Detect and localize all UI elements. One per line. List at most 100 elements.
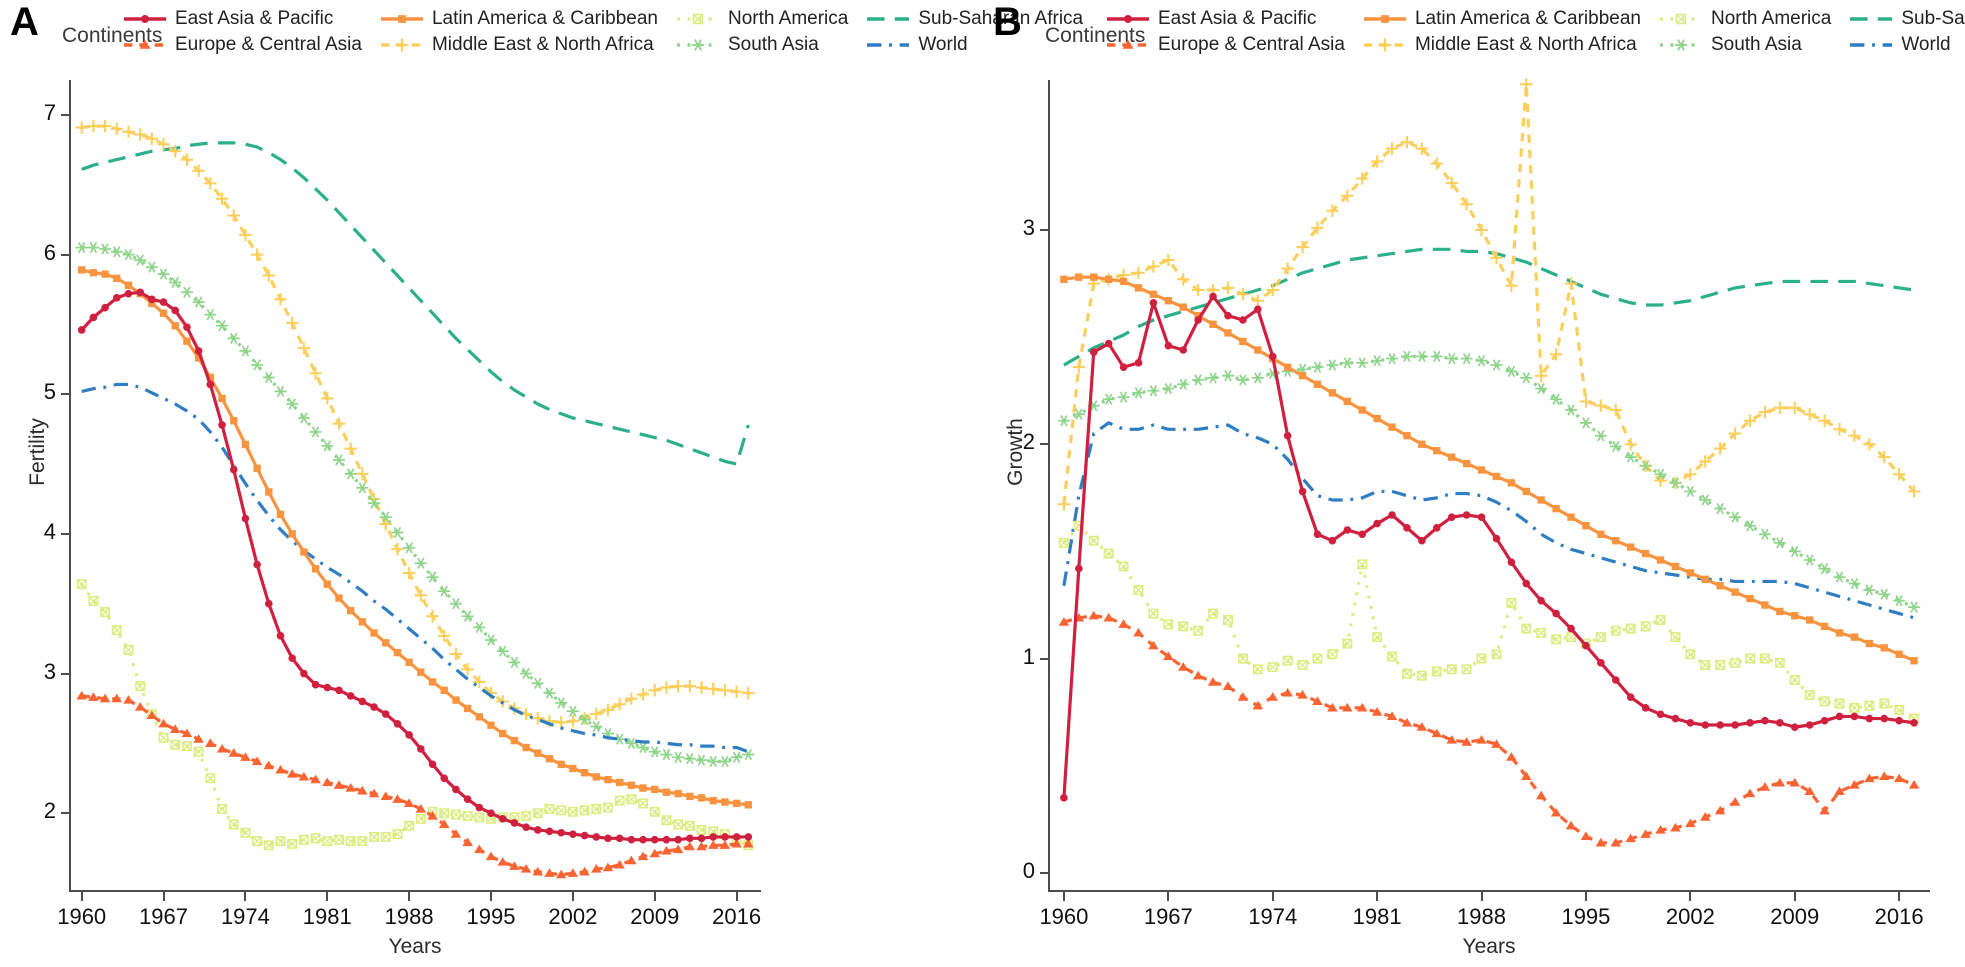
- legend-item-north-america[interactable]: North America: [1658, 8, 1831, 30]
- x-axis-line: [1048, 890, 1930, 892]
- y-tick-label: 1: [1022, 643, 1035, 669]
- legend-key-square-icon: [379, 10, 425, 28]
- legend-key-line-icon: [1848, 10, 1894, 28]
- x-tickmark: [1271, 892, 1274, 901]
- legend-item-latin-america-caribbean[interactable]: Latin America & Caribbean: [1362, 8, 1641, 30]
- legend-key-boxcross-icon: [1658, 10, 1704, 28]
- legend-label: North America: [1710, 8, 1832, 29]
- y-axis-line: [69, 80, 71, 890]
- legend-key-plus-icon: [379, 36, 425, 54]
- legend-item-south-asia[interactable]: South Asia: [675, 34, 848, 56]
- x-tick-label: 1995: [1561, 904, 1611, 929]
- x-tickmark: [244, 892, 247, 901]
- x-tickmark: [1480, 892, 1483, 901]
- legend-key-boxcross-icon: [675, 10, 721, 28]
- x-tick-label: 2016: [1874, 904, 1924, 929]
- x-tickmark: [408, 892, 411, 901]
- y-tick-label: 7: [43, 99, 56, 125]
- series-world: [81, 382, 749, 754]
- x-tick-label: 2009: [630, 904, 680, 929]
- series-latin-america-caribbean: [78, 266, 752, 809]
- legend-key-asterisk-icon: [675, 36, 721, 54]
- legend-a: East Asia & Pacific Europe & Central Asia…: [122, 8, 1083, 56]
- panel-a: A Continents East Asia & Pacific Europe &…: [0, 0, 1083, 967]
- legend-key-triangle-icon: [1105, 36, 1151, 54]
- x-tickmark: [80, 892, 83, 901]
- y-tickmark: [1040, 229, 1049, 231]
- legend-key-line-icon: [1848, 36, 1894, 54]
- legend-key-plus-icon: [1362, 36, 1408, 54]
- series-middle-east-north-africa: [75, 119, 755, 729]
- legend-item-middle-east-north-africa[interactable]: Middle East & North Africa: [1362, 34, 1641, 56]
- x-tick-label: 1960: [57, 904, 107, 929]
- legend-label: East Asia & Pacific: [175, 8, 334, 29]
- x-tickmark: [1584, 892, 1587, 901]
- legend-item-east-asia-pacific[interactable]: East Asia & Pacific: [122, 8, 362, 30]
- legend-item-europe-central-asia[interactable]: Europe & Central Asia: [122, 34, 362, 56]
- y-tickmark: [1040, 657, 1049, 660]
- series-north-america: [76, 579, 754, 851]
- legend-item-europe-central-asia[interactable]: Europe & Central Asia: [1105, 34, 1345, 56]
- x-tick-label: 1967: [1143, 904, 1193, 929]
- series-layer-b: [1057, 78, 1921, 847]
- y-tickmark: [61, 812, 70, 815]
- y-tickmark: [61, 672, 70, 675]
- x-tickmark: [1376, 892, 1379, 901]
- plot-area-a: 2 3 4 5 6 7 1960 1967 1974 1981 1988 1995 2002 2009 20…: [44, 80, 761, 929]
- series-layer-a: [75, 119, 755, 879]
- series-world: [1062, 421, 1915, 620]
- x-tickmark: [1062, 892, 1065, 901]
- legend-label: Middle East & North Africa: [1414, 34, 1637, 55]
- y-tickmark: [1040, 871, 1049, 874]
- legend-item-latin-america-caribbean[interactable]: Latin America & Caribbean: [379, 8, 658, 30]
- legend-item-east-asia-pacific[interactable]: East Asia & Pacific: [1105, 8, 1345, 30]
- series-latin-america-caribbean: [1060, 273, 1918, 665]
- series-south-asia: [75, 241, 755, 768]
- x-tick-label: 1995: [466, 904, 516, 929]
- x-tickmark: [326, 892, 329, 901]
- x-axis-line: [69, 890, 761, 892]
- y-tickmark: [61, 532, 70, 535]
- x-tick-label: 2002: [1665, 904, 1715, 929]
- x-tickmark: [162, 892, 165, 901]
- figure-root: A Continents East Asia & Pacific Europe &…: [0, 0, 1965, 967]
- legend-item-sub-saharan-africa[interactable]: Sub-Saharan Africa: [1848, 8, 1965, 30]
- legend-item-world[interactable]: World: [1848, 34, 1965, 56]
- series-south-asia: [1057, 350, 1921, 613]
- y-tick-label: 3: [43, 658, 56, 684]
- y-tickmark: [61, 393, 70, 396]
- plot-area-b: 0 1 2 3 1960 1967 1974 1981 1988 1995 2002 2009 2016: [1023, 78, 1930, 929]
- panel-b-letter: B: [993, 0, 1022, 44]
- x-tick-label: 2016: [712, 904, 762, 929]
- legend-label: South Asia: [1710, 34, 1802, 55]
- legend-label: Middle East & North Africa: [431, 34, 654, 55]
- legend-label: East Asia & Pacific: [1158, 8, 1317, 29]
- x-axis-label-b: Years: [1462, 935, 1516, 958]
- y-axis-label-a: Fertility: [26, 418, 49, 486]
- legend-item-north-america[interactable]: North America: [675, 8, 848, 30]
- series-sub-saharan-africa: [81, 141, 750, 466]
- legend-item-south-asia[interactable]: South Asia: [1658, 34, 1831, 56]
- legend-key-triangle-icon: [122, 36, 168, 54]
- legend-key-asterisk-icon: [1658, 36, 1704, 54]
- legend-item-middle-east-north-africa[interactable]: Middle East & North Africa: [379, 34, 658, 56]
- legend-label: Latin America & Caribbean: [1414, 8, 1641, 29]
- legend-label: North America: [727, 8, 849, 29]
- legend-label: World: [1901, 34, 1951, 55]
- x-tickmark: [1898, 892, 1901, 901]
- panel-a-letter: A: [10, 0, 39, 44]
- y-axis-line: [1048, 80, 1050, 890]
- legend-label: World: [918, 34, 968, 55]
- legend-label: Latin America & Caribbean: [431, 8, 658, 29]
- x-tick-label: 1960: [1039, 904, 1089, 929]
- legend-key-circle-icon: [122, 10, 168, 28]
- y-tick-label: 3: [1022, 215, 1035, 240]
- legend-label: Sub-Saharan Africa: [1901, 8, 1965, 29]
- x-tickmark: [735, 892, 738, 901]
- x-tick-label: 1981: [302, 904, 352, 929]
- legend-label: Europe & Central Asia: [175, 34, 362, 55]
- y-tick-label: 0: [1022, 857, 1035, 883]
- y-tick-label: 6: [43, 239, 56, 265]
- y-axis-label-b: Growth: [1004, 418, 1027, 486]
- legend-label: Europe & Central Asia: [1158, 34, 1345, 55]
